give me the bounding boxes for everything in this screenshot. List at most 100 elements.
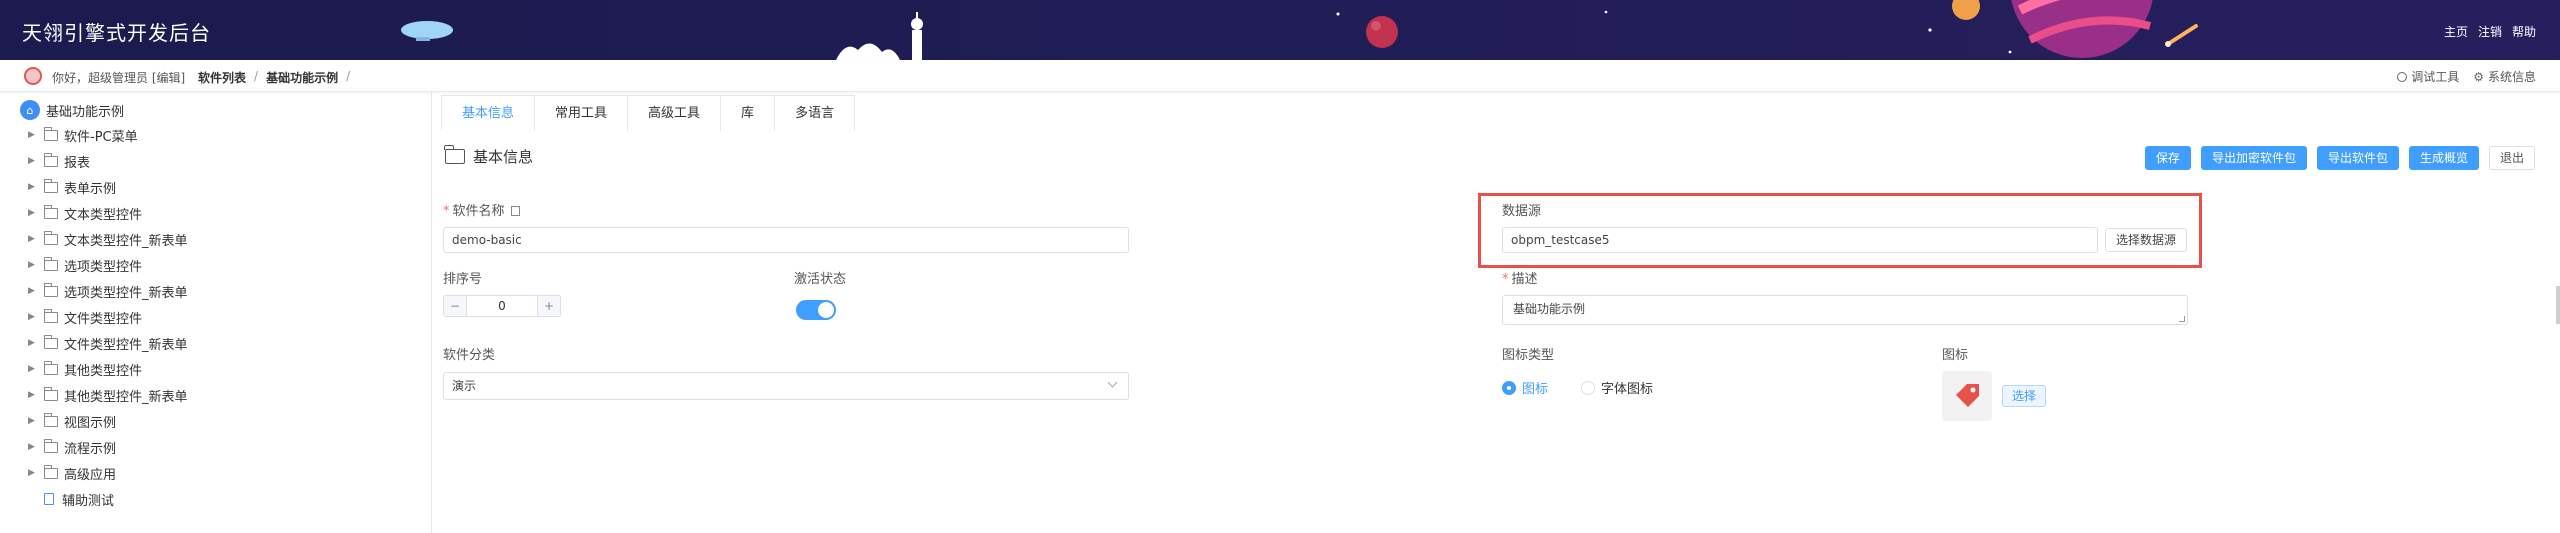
logout-link[interactable]: 注销 <box>2478 23 2502 40</box>
description-label: * 描述 <box>1502 268 1538 287</box>
select-datasource-button[interactable]: 选择数据源 <box>2105 228 2188 252</box>
action-toolbar: 保存 导出加密软件包 导出软件包 生成概览 退出 <box>2144 146 2535 170</box>
caret-right-icon[interactable]: ▶ <box>28 468 38 478</box>
save-button[interactable]: 保存 <box>2144 146 2191 170</box>
tab-advanced-tools[interactable]: 高级工具 <box>627 95 722 131</box>
tab-library[interactable]: 库 <box>720 95 776 131</box>
tree-item[interactable]: ▶ 选项类型控件_新表单 <box>28 280 188 302</box>
breadcrumb-software-list[interactable]: 软件列表 <box>198 69 246 86</box>
header-decoration <box>401 0 2198 60</box>
caret-right-icon[interactable]: ▶ <box>28 156 38 166</box>
caret-right-icon[interactable]: ▶ <box>28 338 38 348</box>
icon-select-button[interactable]: 选择 <box>2002 385 2047 407</box>
caret-right-icon[interactable]: ▶ <box>28 260 38 270</box>
tree-item-label: 其他类型控件 <box>64 363 143 379</box>
caret-right-icon[interactable]: ▶ <box>28 364 38 374</box>
tree-item[interactable]: ▶ 文件类型控件_新表单 <box>28 332 188 354</box>
folder-icon <box>43 152 58 167</box>
tree-item[interactable]: ▶ 流程示例 <box>28 436 116 458</box>
icon-type-option-font: 字体图标 <box>1601 382 1654 397</box>
tree-item[interactable]: ▶ 报表 <box>28 150 90 172</box>
tree-item[interactable]: 辅助测试 <box>28 488 114 510</box>
folder-icon <box>43 386 58 401</box>
software-name-input[interactable]: demo-basic <box>443 227 1129 253</box>
folder-icon <box>43 360 58 375</box>
tree-item[interactable]: ▶ 其他类型控件 <box>28 358 142 380</box>
tree-item-label: 表单示例 <box>64 181 117 197</box>
tree-item[interactable]: ▶ 文本类型控件_新表单 <box>28 228 188 250</box>
caret-right-icon[interactable]: ▶ <box>28 442 38 452</box>
sort-stepper: − 0 + <box>443 295 561 317</box>
tree-item[interactable]: ▶ 选项类型控件 <box>28 254 142 276</box>
description-label-text: 描述 <box>1511 272 1538 287</box>
tree-item[interactable]: ▶ 高级应用 <box>28 462 116 484</box>
datasource-input[interactable]: obpm_testcase5 <box>1502 227 2098 253</box>
tree-item[interactable]: ▶ 软件-PC菜单 <box>28 124 138 146</box>
caret-right-icon[interactable]: ▶ <box>28 130 38 140</box>
tree-item[interactable]: ▶ 表单示例 <box>28 176 116 198</box>
description-textarea[interactable]: 基础功能示例 <box>1502 295 2188 325</box>
avatar[interactable] <box>24 67 42 85</box>
sort-value[interactable]: 0 <box>466 296 538 316</box>
export-package-button[interactable]: 导出软件包 <box>2316 146 2399 170</box>
increment-button[interactable]: + <box>538 296 560 316</box>
caret-right-icon[interactable]: ▶ <box>28 208 38 218</box>
caret-right-icon[interactable]: ▶ <box>28 182 38 192</box>
tree-root[interactable]: ⌂ 基础功能示例 <box>20 100 124 120</box>
folder-icon <box>43 126 58 141</box>
tab-multilanguage[interactable]: 多语言 <box>774 95 856 131</box>
radio-dot <box>1502 380 1516 395</box>
active-toggle[interactable] <box>796 300 836 320</box>
generate-summary-button[interactable]: 生成概览 <box>2408 146 2479 170</box>
caret-right-icon[interactable]: ▶ <box>28 312 38 322</box>
tree-item[interactable]: ▶ 文本类型控件 <box>28 202 142 224</box>
caret-right-icon[interactable]: ▶ <box>28 286 38 296</box>
folder-icon <box>43 230 58 245</box>
breadcrumb: 软件列表 / 基础功能示例 / <box>198 69 350 86</box>
folder-icon <box>43 256 58 271</box>
caret-right-icon[interactable]: ▶ <box>28 234 38 244</box>
copy-icon[interactable] <box>510 206 520 216</box>
home-link[interactable]: 主页 <box>2444 23 2468 40</box>
caret-right-icon[interactable]: ▶ <box>28 390 38 400</box>
debug-tool-label: 调试工具 <box>2411 70 2460 84</box>
tab-basic-info[interactable]: 基本信息 <box>441 95 536 131</box>
icon-type-radio-icon[interactable]: 图标 <box>1502 378 1548 397</box>
category-select[interactable]: 演示 <box>443 372 1129 400</box>
exit-button[interactable]: 退出 <box>2488 146 2535 170</box>
folder-icon <box>444 145 465 164</box>
icon-preview <box>1942 371 1992 421</box>
folder-icon <box>43 464 58 479</box>
user-greeting[interactable]: 你好，超级管理员 [编辑] <box>52 69 185 86</box>
app-title: 天翎引擎式开发后台 <box>22 21 211 45</box>
decrement-button[interactable]: − <box>444 296 466 316</box>
system-info-label: 系统信息 <box>2487 70 2536 84</box>
folder-icon <box>43 308 58 323</box>
debug-tool-link[interactable]: 调试工具 <box>2397 68 2459 85</box>
tree-item[interactable]: ▶ 其他类型控件_新表单 <box>28 384 188 406</box>
tree-item[interactable]: ▶ 视图示例 <box>28 410 116 432</box>
breadcrumb-current[interactable]: 基础功能示例 <box>266 69 338 86</box>
radio-dot <box>1581 380 1595 395</box>
software-name-label: * 软件名称 <box>443 200 520 219</box>
resize-handle[interactable] <box>2179 316 2185 322</box>
file-icon <box>44 493 54 505</box>
gear-icon: ⚙ <box>2473 69 2484 84</box>
icon-type-radio-font[interactable]: 字体图标 <box>1581 378 1653 397</box>
tree-item-label: 其他类型控件_新表单 <box>64 389 188 405</box>
system-info-link[interactable]: ⚙ 系统信息 <box>2473 68 2536 85</box>
section-title: 基本信息 <box>444 145 534 167</box>
section-title-label: 基本信息 <box>473 148 534 166</box>
tree-root-label: 基础功能示例 <box>46 104 125 120</box>
tree-item-label: 软件-PC菜单 <box>64 129 138 145</box>
export-encrypted-button[interactable]: 导出加密软件包 <box>2200 146 2307 170</box>
tab-common-tools[interactable]: 常用工具 <box>534 95 629 131</box>
breadcrumb-bar: 你好，超级管理员 [编辑] 软件列表 / 基础功能示例 / 调试工具 ⚙ 系统信… <box>0 60 2560 92</box>
debug-icon <box>2397 71 2408 82</box>
help-link[interactable]: 帮助 <box>2512 23 2536 40</box>
tree-item-label: 文本类型控件_新表单 <box>64 233 188 249</box>
scrollbar[interactable] <box>2556 286 2560 324</box>
caret-right-icon[interactable]: ▶ <box>28 416 38 426</box>
tree-item[interactable]: ▶ 文件类型控件 <box>28 306 142 328</box>
chevron-down-icon <box>1107 377 1118 388</box>
